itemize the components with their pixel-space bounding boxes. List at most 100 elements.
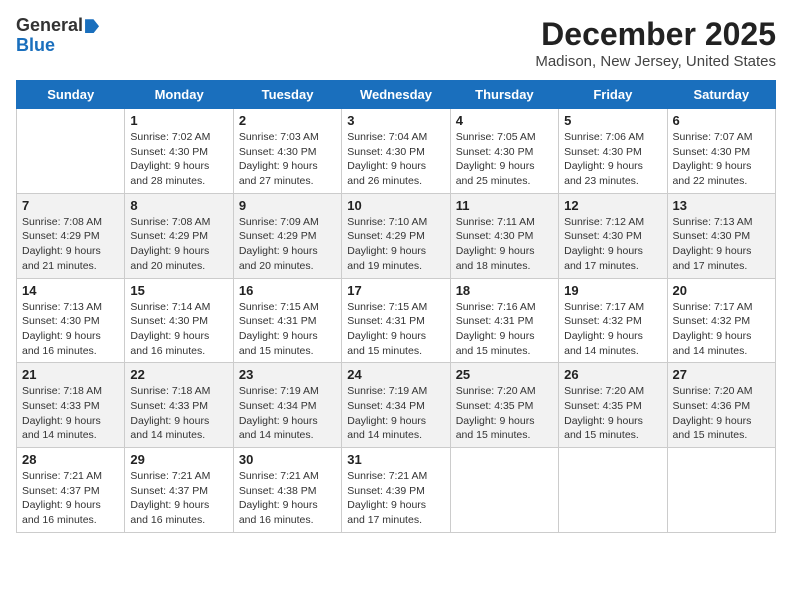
calendar-empty-cell <box>17 109 125 194</box>
calendar-day-cell: 31 Sunrise: 7:21 AMSunset: 4:39 PMDayligh… <box>342 448 450 533</box>
day-number: 9 <box>239 198 336 213</box>
calendar-day-cell: 5 Sunrise: 7:06 AMSunset: 4:30 PMDaylight… <box>559 109 667 194</box>
calendar-day-cell: 1 Sunrise: 7:02 AMSunset: 4:30 PMDaylight… <box>125 109 233 194</box>
day-info: Sunrise: 7:02 AMSunset: 4:30 PMDaylight:… <box>130 130 227 189</box>
calendar-header-row: SundayMondayTuesdayWednesdayThursdayFrid… <box>17 81 776 109</box>
day-number: 1 <box>130 113 227 128</box>
calendar-day-cell: 22Sunrise: 7:18 AMSunset: 4:33 PMDayligh… <box>125 363 233 448</box>
day-of-week-header: Sunday <box>17 81 125 109</box>
day-number: 10 <box>347 198 444 213</box>
day-of-week-header: Tuesday <box>233 81 341 109</box>
calendar-day-cell: 2 Sunrise: 7:03 AMSunset: 4:30 PMDaylight… <box>233 109 341 194</box>
day-info: Sunrise: 7:13 AMSunset: 4:30 PMDaylight:… <box>22 300 119 359</box>
day-info: Sunrise: 7:08 AMSunset: 4:29 PMDaylight:… <box>22 215 119 274</box>
day-number: 26 <box>564 367 661 382</box>
day-info: Sunrise: 7:19 AMSunset: 4:34 PMDaylight:… <box>239 384 336 443</box>
day-info: Sunrise: 7:16 AMSunset: 4:31 PMDaylight:… <box>456 300 553 359</box>
day-info: Sunrise: 7:06 AMSunset: 4:30 PMDaylight:… <box>564 130 661 189</box>
month-title: December 2025 <box>535 16 776 53</box>
day-info: Sunrise: 7:20 AMSunset: 4:36 PMDaylight:… <box>673 384 770 443</box>
day-info: Sunrise: 7:08 AMSunset: 4:29 PMDaylight:… <box>130 215 227 274</box>
day-info: Sunrise: 7:14 AMSunset: 4:30 PMDaylight:… <box>130 300 227 359</box>
calendar-day-cell: 25 Sunrise: 7:20 AMSunset: 4:35 PMDayligh… <box>450 363 558 448</box>
logo-general-text: General <box>16 15 83 35</box>
calendar-table: SundayMondayTuesdayWednesdayThursdayFrid… <box>16 80 776 533</box>
calendar-day-cell: 19Sunrise: 7:17 AMSunset: 4:32 PMDayligh… <box>559 278 667 363</box>
calendar-day-cell: 24Sunrise: 7:19 AMSunset: 4:34 PMDayligh… <box>342 363 450 448</box>
calendar-week-row: 7 Sunrise: 7:08 AMSunset: 4:29 PMDaylight… <box>17 193 776 278</box>
day-number: 29 <box>130 452 227 467</box>
day-info: Sunrise: 7:21 AMSunset: 4:38 PMDaylight:… <box>239 469 336 528</box>
location: Madison, New Jersey, United States <box>535 53 776 70</box>
day-number: 6 <box>673 113 770 128</box>
day-number: 4 <box>456 113 553 128</box>
day-info: Sunrise: 7:12 AMSunset: 4:30 PMDaylight:… <box>564 215 661 274</box>
day-of-week-header: Saturday <box>667 81 775 109</box>
day-info: Sunrise: 7:21 AMSunset: 4:39 PMDaylight:… <box>347 469 444 528</box>
day-of-week-header: Friday <box>559 81 667 109</box>
calendar-empty-cell <box>450 448 558 533</box>
day-number: 2 <box>239 113 336 128</box>
calendar-day-cell: 13 Sunrise: 7:13 AMSunset: 4:30 PMDayligh… <box>667 193 775 278</box>
day-number: 28 <box>22 452 119 467</box>
day-info: Sunrise: 7:20 AMSunset: 4:35 PMDaylight:… <box>456 384 553 443</box>
day-number: 19 <box>564 283 661 298</box>
day-info: Sunrise: 7:10 AMSunset: 4:29 PMDaylight:… <box>347 215 444 274</box>
day-info: Sunrise: 7:05 AMSunset: 4:30 PMDaylight:… <box>456 130 553 189</box>
day-number: 17 <box>347 283 444 298</box>
calendar-day-cell: 15Sunrise: 7:14 AMSunset: 4:30 PMDayligh… <box>125 278 233 363</box>
day-number: 12 <box>564 198 661 213</box>
day-number: 16 <box>239 283 336 298</box>
day-number: 27 <box>673 367 770 382</box>
logo: General Blue <box>16 16 99 56</box>
calendar-day-cell: 8 Sunrise: 7:08 AMSunset: 4:29 PMDaylight… <box>125 193 233 278</box>
calendar-day-cell: 21 Sunrise: 7:18 AMSunset: 4:33 PMDayligh… <box>17 363 125 448</box>
calendar-week-row: 28 Sunrise: 7:21 AMSunset: 4:37 PMDayligh… <box>17 448 776 533</box>
day-info: Sunrise: 7:04 AMSunset: 4:30 PMDaylight:… <box>347 130 444 189</box>
day-info: Sunrise: 7:21 AMSunset: 4:37 PMDaylight:… <box>130 469 227 528</box>
day-info: Sunrise: 7:17 AMSunset: 4:32 PMDaylight:… <box>673 300 770 359</box>
day-number: 5 <box>564 113 661 128</box>
day-of-week-header: Monday <box>125 81 233 109</box>
calendar-week-row: 14Sunrise: 7:13 AMSunset: 4:30 PMDayligh… <box>17 278 776 363</box>
day-info: Sunrise: 7:13 AMSunset: 4:30 PMDaylight:… <box>673 215 770 274</box>
day-info: Sunrise: 7:07 AMSunset: 4:30 PMDaylight:… <box>673 130 770 189</box>
calendar-day-cell: 28 Sunrise: 7:21 AMSunset: 4:37 PMDayligh… <box>17 448 125 533</box>
day-info: Sunrise: 7:20 AMSunset: 4:35 PMDaylight:… <box>564 384 661 443</box>
calendar-day-cell: 17 Sunrise: 7:15 AMSunset: 4:31 PMDayligh… <box>342 278 450 363</box>
day-info: Sunrise: 7:15 AMSunset: 4:31 PMDaylight:… <box>347 300 444 359</box>
calendar-week-row: 21 Sunrise: 7:18 AMSunset: 4:33 PMDayligh… <box>17 363 776 448</box>
day-number: 18 <box>456 283 553 298</box>
day-info: Sunrise: 7:09 AMSunset: 4:29 PMDaylight:… <box>239 215 336 274</box>
calendar-week-row: 1 Sunrise: 7:02 AMSunset: 4:30 PMDaylight… <box>17 109 776 194</box>
calendar-day-cell: 4 Sunrise: 7:05 AMSunset: 4:30 PMDaylight… <box>450 109 558 194</box>
day-info: Sunrise: 7:18 AMSunset: 4:33 PMDaylight:… <box>22 384 119 443</box>
day-of-week-header: Wednesday <box>342 81 450 109</box>
calendar-day-cell: 6 Sunrise: 7:07 AMSunset: 4:30 PMDaylight… <box>667 109 775 194</box>
calendar-day-cell: 26 Sunrise: 7:20 AMSunset: 4:35 PMDayligh… <box>559 363 667 448</box>
day-info: Sunrise: 7:21 AMSunset: 4:37 PMDaylight:… <box>22 469 119 528</box>
calendar-day-cell: 29 Sunrise: 7:21 AMSunset: 4:37 PMDayligh… <box>125 448 233 533</box>
day-number: 21 <box>22 367 119 382</box>
day-number: 13 <box>673 198 770 213</box>
calendar-day-cell: 14Sunrise: 7:13 AMSunset: 4:30 PMDayligh… <box>17 278 125 363</box>
calendar-day-cell: 10 Sunrise: 7:10 AMSunset: 4:29 PMDayligh… <box>342 193 450 278</box>
calendar-day-cell: 11Sunrise: 7:11 AMSunset: 4:30 PMDayligh… <box>450 193 558 278</box>
calendar-day-cell: 9 Sunrise: 7:09 AMSunset: 4:29 PMDaylight… <box>233 193 341 278</box>
day-number: 3 <box>347 113 444 128</box>
day-number: 25 <box>456 367 553 382</box>
day-of-week-header: Thursday <box>450 81 558 109</box>
calendar-day-cell: 16Sunrise: 7:15 AMSunset: 4:31 PMDayligh… <box>233 278 341 363</box>
calendar-day-cell: 27 Sunrise: 7:20 AMSunset: 4:36 PMDayligh… <box>667 363 775 448</box>
page-header: General Blue December 2025 Madison, New … <box>16 16 776 70</box>
day-info: Sunrise: 7:03 AMSunset: 4:30 PMDaylight:… <box>239 130 336 189</box>
day-number: 7 <box>22 198 119 213</box>
calendar-empty-cell <box>667 448 775 533</box>
calendar-empty-cell <box>559 448 667 533</box>
day-info: Sunrise: 7:19 AMSunset: 4:34 PMDaylight:… <box>347 384 444 443</box>
day-number: 20 <box>673 283 770 298</box>
day-number: 31 <box>347 452 444 467</box>
calendar-day-cell: 18 Sunrise: 7:16 AMSunset: 4:31 PMDayligh… <box>450 278 558 363</box>
day-number: 8 <box>130 198 227 213</box>
calendar-day-cell: 12 Sunrise: 7:12 AMSunset: 4:30 PMDayligh… <box>559 193 667 278</box>
